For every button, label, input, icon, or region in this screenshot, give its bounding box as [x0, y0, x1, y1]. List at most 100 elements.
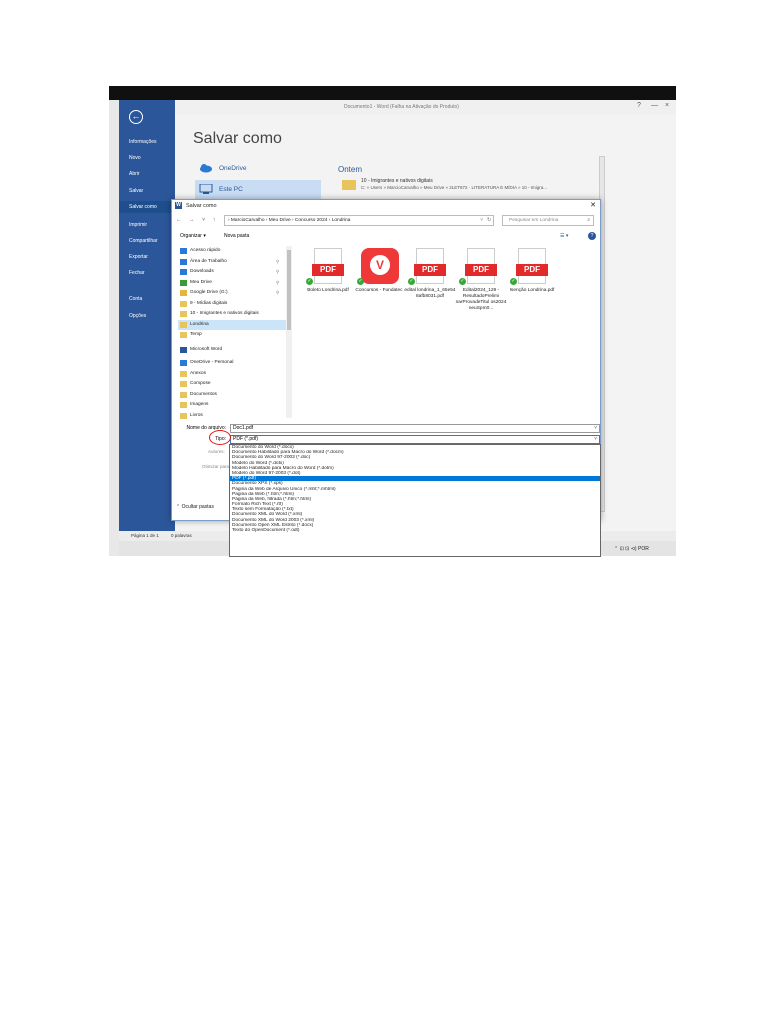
location-este-pc[interactable]: Este PC	[195, 180, 321, 200]
close-button[interactable]: ×	[665, 102, 669, 109]
menu-novo[interactable]: Novo	[119, 152, 175, 164]
view-options-icon[interactable]: ☰ ▾	[560, 230, 568, 242]
nav-item-label: Imagens	[190, 402, 209, 407]
pin-icon: ⚲	[276, 290, 280, 295]
navigation-scrollbar[interactable]	[286, 246, 292, 418]
system-tray: ⌃ ⊡ ⊡ ⊲) POR	[614, 546, 649, 552]
menu-imprimir[interactable]: Imprimir	[119, 219, 175, 231]
minimize-button[interactable]: —	[651, 102, 658, 109]
help-icon[interactable]: ?	[637, 102, 641, 109]
chevron-down-icon[interactable]: ˅	[594, 425, 597, 432]
red-annotation-circle	[209, 430, 231, 445]
recent-heading: Ontem	[338, 165, 363, 174]
optimize-label: Otimizar para:	[202, 464, 231, 469]
new-folder-button[interactable]: Nova pasta	[224, 230, 249, 242]
folder-icon	[180, 311, 187, 317]
file-name: Concursos - Fundatec	[355, 288, 403, 293]
menu-conta[interactable]: Conta	[119, 293, 175, 305]
file-item[interactable]: ✓ Concursos - Fundatec	[353, 248, 405, 338]
folder-icon	[180, 370, 187, 377]
word-icon	[180, 346, 187, 353]
nav-arrows[interactable]: ← → ˅ ↑	[176, 217, 219, 223]
nav-item[interactable]: OneDrive - Personal	[178, 358, 286, 368]
scrollbar-thumb[interactable]	[287, 250, 291, 330]
nav-item-label: Temp	[190, 332, 202, 337]
search-input[interactable]: Pesquisar em Londrina ⌕	[502, 215, 594, 226]
chevron-down-icon[interactable]: ˅	[480, 216, 483, 225]
nav-item[interactable]: Compose	[178, 379, 286, 389]
nav-item[interactable]: Google Drive (G:) ⚲	[178, 288, 286, 298]
download-icon	[180, 269, 187, 275]
filename-input[interactable]: Doc1.pdf ˅	[230, 424, 600, 433]
file-name: edital londrina_1_65e54 8afb8031.pdf	[404, 288, 456, 299]
computer-icon	[199, 184, 213, 194]
organize-button[interactable]: Organizar ▾	[180, 230, 206, 242]
nav-item[interactable]: Downloads ⚲	[178, 267, 286, 277]
menu-salvar[interactable]: Salvar	[119, 185, 175, 197]
word-count: 0 palavras	[171, 533, 192, 538]
desktop-icon	[180, 258, 187, 265]
backstage-menu: ← Informações Novo Abrir Salvar Salvar c…	[119, 100, 175, 540]
type-option[interactable]: Texto do OpenDocument (*.odt)	[230, 528, 600, 533]
refresh-icon[interactable]: ↻	[487, 216, 491, 225]
nav-item[interactable]: 10 - Imigrantes e nativos digitais	[178, 309, 286, 319]
cloud-icon	[180, 360, 187, 366]
chevron-down-icon[interactable]: ˅	[594, 436, 597, 443]
file-item[interactable]: PDF ✓ Edital2024_129 - ResultadoPrelimi na…	[455, 248, 507, 338]
menu-salvar-como[interactable]: Salvar como	[119, 201, 175, 213]
folder-icon	[180, 381, 187, 387]
recent-folder-item[interactable]: 10 - Imigrantes e nativos digitais C: » …	[361, 178, 547, 190]
close-icon[interactable]: ✕	[590, 200, 596, 212]
nav-item[interactable]: Imagens	[178, 400, 286, 410]
nav-item[interactable]: Anexos	[178, 369, 286, 379]
nav-item[interactable]: Microsoft Word	[178, 345, 286, 355]
file-item[interactable]: PDF ✓ Boleto Londrina.pdf	[302, 248, 354, 338]
cloud-icon	[200, 164, 212, 173]
top-black-bar	[109, 86, 676, 100]
menu-abrir[interactable]: Abrir	[119, 168, 175, 180]
menu-exportar[interactable]: Exportar	[119, 251, 175, 263]
nav-item-label: Meu Drive	[190, 279, 212, 285]
nav-item-label: Londrina	[190, 321, 209, 327]
file-item[interactable]: PDF ✓ Isenção Londrina.pdf	[506, 248, 558, 338]
file-list: PDF ✓ Boleto Londrina.pdf ✓ Concursos - Fund…	[302, 246, 598, 416]
nav-item[interactable]: Acesso rápido	[178, 246, 286, 256]
nav-item[interactable]: Documentos	[178, 390, 286, 400]
menu-compartilhar[interactable]: Compartilhar	[119, 235, 175, 247]
recent-folder-name: 10 - Imigrantes e nativos digitais	[361, 178, 433, 184]
navigation-pane: Acesso rápido Área de Trabalho ⚲ Downloads ⚲…	[178, 246, 294, 420]
help-icon[interactable]: ?	[588, 232, 596, 240]
pin-icon: ⚲	[276, 269, 280, 274]
word-icon: W	[175, 202, 182, 209]
nav-item[interactable]: 9 - Mídias digitais	[178, 299, 286, 309]
page-count: Página 1 de 1	[131, 533, 159, 538]
nav-item[interactable]: Temp	[178, 330, 286, 340]
address-bar[interactable]: › MarcioCarvalho › Meu Drive › Concurso …	[224, 215, 494, 226]
file-item[interactable]: PDF ✓ edital londrina_1_65e54 8afb8031.pdf	[404, 248, 456, 338]
type-dropdown-list: Documento do Word (*.docx) Documento Habi…	[229, 444, 601, 557]
pin-icon: ⚲	[276, 258, 280, 264]
nav-item[interactable]: Área de Trabalho ⚲	[178, 257, 286, 267]
location-label: OneDrive	[219, 165, 247, 172]
pdf-badge: PDF	[465, 264, 497, 276]
page-title: Salvar como	[193, 130, 282, 147]
back-arrow-icon[interactable]: ←	[129, 110, 143, 124]
pin-icon: ⚲	[276, 279, 280, 285]
nav-item[interactable]: Livros	[178, 411, 286, 421]
location-onedrive[interactable]: OneDrive	[195, 159, 321, 179]
word-title-bar: Documento1 - Word (Falha na Ativação do …	[119, 100, 676, 114]
vivaldi-icon	[361, 248, 399, 284]
sync-check-icon: ✓	[306, 278, 313, 285]
pdf-badge: PDF	[516, 264, 548, 276]
sync-check-icon: ✓	[510, 278, 517, 285]
menu-informacoes[interactable]: Informações	[119, 136, 175, 148]
menu-fechar[interactable]: Fechar	[119, 267, 175, 279]
menu-opcoes[interactable]: Opções	[119, 310, 175, 322]
nav-item[interactable]: Londrina	[178, 319, 286, 330]
sync-check-icon: ✓	[357, 278, 364, 285]
type-select[interactable]: PDF (*.pdf) ˅	[230, 435, 600, 444]
dialog-title: Salvar como	[186, 203, 217, 209]
file-name: Isenção Londrina.pdf	[509, 288, 555, 293]
nav-item[interactable]: Meu Drive ⚲	[178, 278, 286, 288]
hide-folders-button[interactable]: ⌃ Ocultar pastas	[176, 504, 214, 510]
